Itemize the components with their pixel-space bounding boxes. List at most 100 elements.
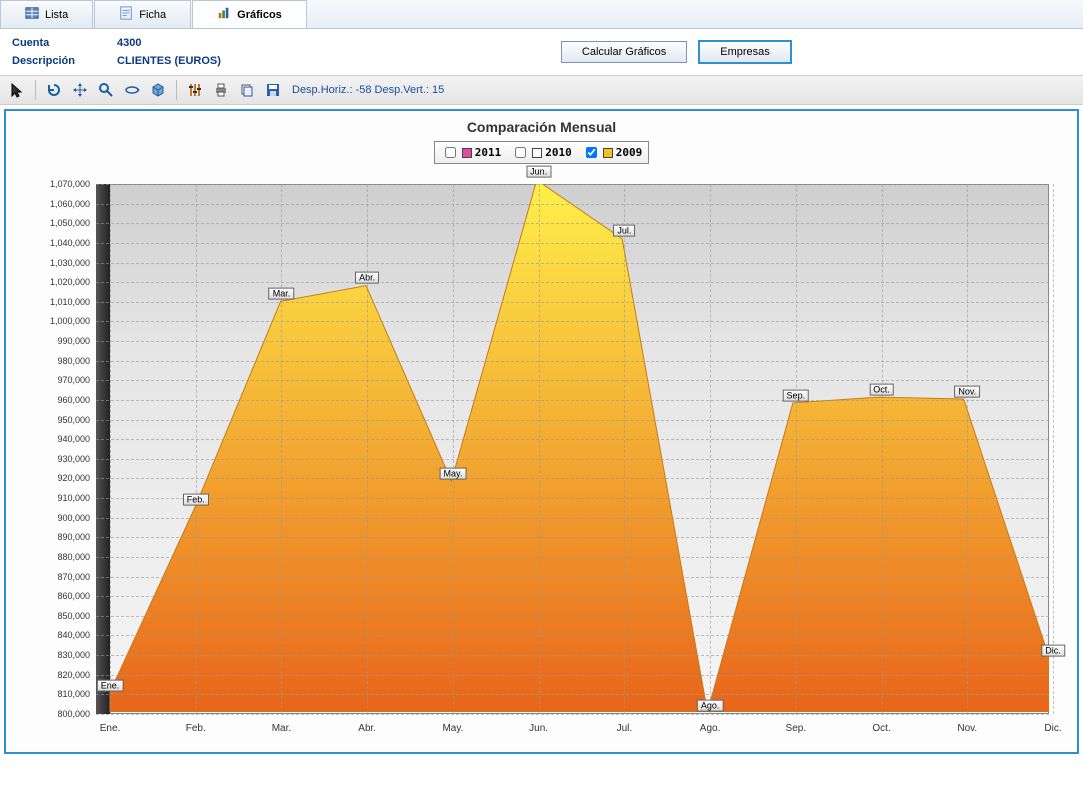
move-icon[interactable] — [69, 79, 91, 101]
point-label: Feb. — [183, 493, 209, 505]
description-label: Descripción — [12, 55, 87, 67]
point-label: Oct. — [869, 384, 894, 396]
copy-icon[interactable] — [236, 79, 258, 101]
gridline-h — [96, 282, 1049, 283]
gridline-h — [96, 380, 1049, 381]
y-tick: 1,060,000 — [24, 199, 96, 209]
gridline-h — [96, 204, 1049, 205]
x-tick: Ene. — [100, 723, 121, 734]
y-tick: 930,000 — [24, 454, 96, 464]
separator — [176, 80, 177, 100]
print-icon[interactable] — [210, 79, 232, 101]
gridline-h — [96, 596, 1049, 597]
x-tick: May. — [442, 723, 463, 734]
point-label: Abr. — [355, 272, 379, 284]
y-tick: 880,000 — [24, 552, 96, 562]
legend-item-2011[interactable]: 2011 — [441, 144, 502, 161]
description-value: CLIENTES (EUROS) — [117, 55, 221, 67]
settings-icon[interactable] — [184, 79, 206, 101]
legend-checkbox[interactable] — [586, 147, 597, 158]
legend-checkbox[interactable] — [515, 147, 526, 158]
y-tick: 970,000 — [24, 375, 96, 385]
chart-icon — [217, 6, 231, 23]
info-panel: Cuenta 4300 Descripción CLIENTES (EUROS)… — [0, 29, 1083, 75]
point-label: Jul. — [613, 225, 635, 237]
chart-title: Comparación Mensual — [14, 119, 1069, 135]
gridline-h — [96, 694, 1049, 695]
tab-lista[interactable]: Lista — [0, 0, 93, 28]
rotate-icon[interactable] — [121, 79, 143, 101]
y-tick: 990,000 — [24, 336, 96, 346]
chart-panel: Comparación Mensual 201120102009 800,000… — [4, 109, 1079, 754]
undo-icon[interactable] — [43, 79, 65, 101]
legend-swatch — [462, 148, 472, 158]
y-tick: 850,000 — [24, 611, 96, 621]
y-tick: 950,000 — [24, 415, 96, 425]
3d-icon[interactable] — [147, 79, 169, 101]
tab-label: Ficha — [139, 9, 166, 21]
tab-graficos[interactable]: Gráficos — [192, 0, 307, 28]
gridline-h — [96, 459, 1049, 460]
legend-checkbox[interactable] — [445, 147, 456, 158]
pointer-icon[interactable] — [6, 79, 28, 101]
legend-swatch — [532, 148, 542, 158]
gridline-h — [96, 361, 1049, 362]
x-tick: Feb. — [186, 723, 206, 734]
legend-item-2010[interactable]: 2010 — [511, 144, 572, 161]
point-label: Sep. — [783, 389, 810, 401]
form-icon — [119, 6, 133, 23]
gridline-h — [96, 321, 1049, 322]
y-tick: 830,000 — [24, 650, 96, 660]
gridline-h — [96, 223, 1049, 224]
gridline-h — [96, 302, 1049, 303]
y-tick: 910,000 — [24, 493, 96, 503]
companies-button[interactable]: Empresas — [699, 41, 791, 63]
gridline-h — [96, 655, 1049, 656]
offset-readout: Desp.Horiz.: -58 Desp.Vert.: 15 — [292, 84, 444, 96]
y-tick: 1,050,000 — [24, 218, 96, 228]
y-tick: 840,000 — [24, 630, 96, 640]
gridline-h — [96, 537, 1049, 538]
gridline-h — [96, 635, 1049, 636]
tab-bar: Lista Ficha Gráficos — [0, 0, 1083, 29]
gridline-v — [1053, 184, 1054, 714]
gridline-h — [96, 714, 1049, 715]
x-tick: Sep. — [786, 723, 807, 734]
point-label: Jun. — [526, 166, 551, 178]
y-tick: 1,010,000 — [24, 297, 96, 307]
tab-ficha[interactable]: Ficha — [94, 0, 191, 28]
point-label: Nov. — [954, 386, 980, 398]
chart-area: 800,000810,000820,000830,000840,000850,0… — [24, 174, 1059, 744]
y-tick: 820,000 — [24, 670, 96, 680]
calculate-button[interactable]: Calcular Gráficos — [561, 41, 687, 63]
zoom-icon[interactable] — [95, 79, 117, 101]
save-icon[interactable] — [262, 79, 284, 101]
gridline-h — [96, 498, 1049, 499]
x-tick: Dic. — [1044, 723, 1061, 734]
y-tick: 890,000 — [24, 532, 96, 542]
x-tick: Jun. — [529, 723, 548, 734]
y-tick: 900,000 — [24, 513, 96, 523]
gridline-h — [96, 341, 1049, 342]
y-tick: 810,000 — [24, 689, 96, 699]
x-tick: Ago. — [700, 723, 721, 734]
y-tick: 1,040,000 — [24, 238, 96, 248]
gridline-h — [96, 577, 1049, 578]
gridline-h — [96, 478, 1049, 479]
legend-year: 2009 — [616, 146, 643, 159]
legend-swatch — [603, 148, 613, 158]
gridline-h — [96, 439, 1049, 440]
tab-label: Lista — [45, 9, 68, 21]
y-tick: 1,030,000 — [24, 258, 96, 268]
y-tick: 980,000 — [24, 356, 96, 366]
y-tick: 920,000 — [24, 473, 96, 483]
account-label: Cuenta — [12, 37, 87, 49]
legend-item-2009[interactable]: 2009 — [582, 144, 643, 161]
gridline-h — [96, 243, 1049, 244]
gridline-h — [96, 675, 1049, 676]
x-tick: Oct. — [872, 723, 890, 734]
y-tick: 1,000,000 — [24, 316, 96, 326]
gridline-h — [96, 557, 1049, 558]
point-label: May. — [439, 468, 466, 480]
legend-year: 2011 — [475, 146, 502, 159]
